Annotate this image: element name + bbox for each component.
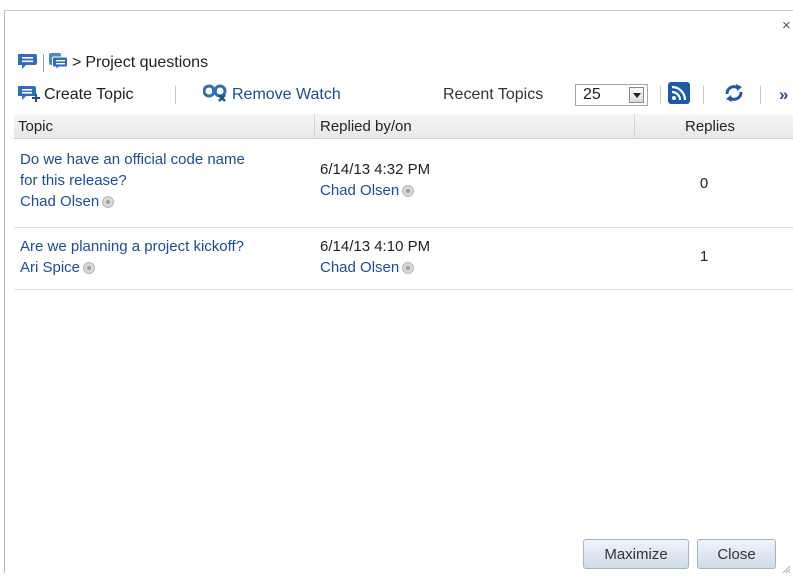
remove-watch-button[interactable]: Remove Watch: [202, 82, 341, 108]
replies-count: 0: [699, 175, 709, 192]
breadcrumb-arrow: >: [72, 54, 82, 71]
column-header-replies[interactable]: Replies: [685, 114, 735, 138]
more-actions-button[interactable]: »: [779, 82, 788, 108]
dropdown-arrow-icon[interactable]: [629, 87, 644, 103]
close-icon[interactable]: ×: [782, 18, 793, 33]
presence-icon[interactable]: [402, 185, 415, 197]
topic-cell: Do we have an official code name for thi…: [20, 149, 245, 212]
table-row: Do we have an official code name for thi…: [14, 145, 793, 228]
toolbar-divider: [703, 86, 704, 104]
toolbar: Create Topic Remove Watch Recent Topics …: [17, 81, 793, 109]
table-header: Topic Replied by/on Replies: [14, 114, 793, 139]
refresh-icon: [723, 83, 745, 108]
author-link[interactable]: Chad Olsen: [20, 193, 99, 210]
create-topic-button[interactable]: Create Topic: [17, 82, 134, 108]
breadcrumb-divider: [43, 54, 44, 72]
refresh-button[interactable]: [723, 82, 745, 108]
table-row: Are we planning a project kickoff? Ari S…: [14, 228, 793, 290]
presence-icon[interactable]: [83, 262, 96, 274]
author-link[interactable]: Ari Spice: [20, 259, 80, 276]
replied-date: 6/14/13 4:32 PM: [320, 161, 431, 178]
resize-grip-icon[interactable]: [781, 561, 791, 574]
topic-link[interactable]: Are we planning a project kickoff?: [20, 236, 244, 257]
topic-cell: Are we planning a project kickoff? Ari S…: [20, 236, 244, 278]
presence-icon[interactable]: [402, 262, 415, 274]
replied-by-link[interactable]: Chad Olsen: [320, 259, 399, 276]
close-button[interactable]: Close: [697, 539, 776, 569]
column-divider: [634, 114, 635, 138]
rss-feed-icon: [668, 81, 690, 109]
maximize-button[interactable]: Maximize: [583, 539, 689, 569]
remove-watch-label: Remove Watch: [232, 86, 341, 103]
breadcrumb: > Project questions: [17, 52, 209, 75]
rss-feed-button[interactable]: [668, 81, 690, 109]
column-divider: [314, 114, 315, 138]
forum-icon[interactable]: [48, 52, 68, 75]
replied-cell: 6/14/13 4:32 PM Chad Olsen: [320, 159, 430, 201]
breadcrumb-current: Project questions: [85, 54, 209, 71]
topic-link[interactable]: for this release?: [20, 170, 245, 191]
toolbar-divider: [175, 86, 176, 104]
column-header-topic[interactable]: Topic: [18, 114, 53, 138]
discussion-icon[interactable]: [17, 52, 38, 75]
presence-icon[interactable]: [102, 196, 115, 208]
topic-link[interactable]: Do we have an official code name: [20, 149, 245, 170]
replies-count: 1: [699, 248, 709, 265]
remove-watch-icon: [202, 83, 229, 108]
recent-topics-label: Recent Topics: [443, 86, 544, 103]
column-header-replied[interactable]: Replied by/on: [320, 114, 412, 138]
toolbar-divider: [760, 86, 761, 104]
create-topic-icon: [17, 83, 40, 108]
replied-cell: 6/14/13 4:10 PM Chad Olsen: [320, 236, 430, 278]
replied-date: 6/14/13 4:10 PM: [320, 238, 431, 255]
recent-topics-select[interactable]: 25: [575, 84, 648, 106]
recent-topics-value: 25: [583, 86, 601, 103]
replied-by-link[interactable]: Chad Olsen: [320, 182, 399, 199]
create-topic-label: Create Topic: [44, 86, 134, 103]
toolbar-divider: [660, 86, 661, 104]
